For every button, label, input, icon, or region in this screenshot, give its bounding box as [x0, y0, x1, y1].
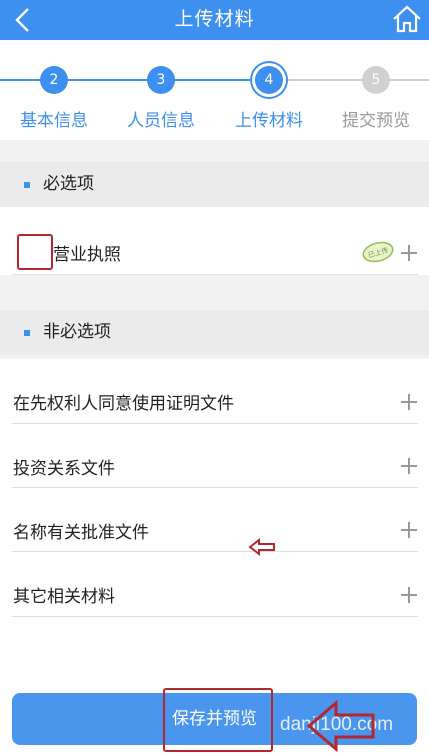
- add-file-button[interactable]: [399, 456, 419, 476]
- plus-icon: [401, 245, 417, 261]
- home-icon: [393, 5, 421, 33]
- page-title: 上传材料: [174, 8, 255, 30]
- step-2-node: 2: [40, 66, 68, 94]
- add-file-button[interactable]: [399, 585, 419, 605]
- annotation-highlight-box: [17, 234, 53, 270]
- step-2-label: 基本信息: [20, 111, 88, 131]
- plus-icon: [401, 458, 417, 474]
- optional-item-other[interactable]: 其它相关材料: [0, 552, 429, 617]
- row-divider: [12, 616, 418, 617]
- stepper-line-done: [0, 79, 250, 81]
- plus-icon: [401, 587, 417, 603]
- section-bullet: [24, 330, 30, 336]
- section-spacer: [0, 140, 429, 162]
- optional-section-header: 非必选项: [0, 310, 429, 355]
- required-section-title: 必选项: [43, 174, 94, 194]
- add-file-button[interactable]: [399, 392, 419, 412]
- title-bar: 上传材料: [0, 0, 429, 40]
- optional-item-label: 其它相关材料: [13, 587, 115, 607]
- add-file-button[interactable]: [399, 520, 419, 540]
- step-5-label: 提交预览: [342, 111, 410, 131]
- stepper-line-todo: [280, 79, 429, 81]
- optional-item-prior-rights[interactable]: 在先权利人同意使用证明文件: [0, 359, 429, 424]
- optional-item-investment[interactable]: 投资关系文件: [0, 424, 429, 488]
- step-4-node: 4: [255, 66, 283, 94]
- optional-item-label: 在先权利人同意使用证明文件: [13, 394, 234, 414]
- add-file-button[interactable]: [399, 243, 419, 263]
- optional-section-title: 非必选项: [43, 322, 111, 342]
- step-3-node: 3: [147, 66, 175, 94]
- required-section-header: 必选项: [0, 162, 429, 207]
- plus-icon: [401, 522, 417, 538]
- progress-stepper: 2 3 4 5 基本信息 人员信息 上传材料 提交预览: [0, 40, 429, 140]
- optional-item-label: 投资关系文件: [13, 459, 115, 479]
- optional-item-name-approval[interactable]: 名称有关批准文件: [0, 488, 429, 552]
- uploaded-stamp-icon: 已上传: [362, 241, 394, 263]
- annotation-highlight-box: [163, 688, 273, 752]
- required-item-business-license[interactable]: 营业执照 已上传: [0, 207, 429, 275]
- step-3-label: 人员信息: [127, 111, 195, 131]
- required-item-label: 营业执照: [53, 245, 121, 265]
- annotation-arrow-left-icon: [306, 699, 376, 753]
- section-bullet: [24, 182, 30, 188]
- home-button[interactable]: [391, 3, 423, 35]
- optional-item-label: 名称有关批准文件: [13, 523, 149, 543]
- plus-icon: [401, 394, 417, 410]
- section-spacer: [0, 275, 429, 310]
- step-5-node: 5: [362, 66, 390, 94]
- step-4-label: 上传材料: [235, 111, 303, 131]
- annotation-arrow-left-icon: [248, 537, 276, 557]
